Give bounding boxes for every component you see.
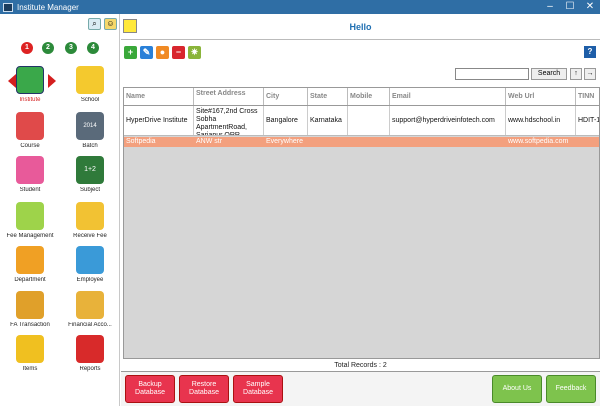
search-icon[interactable]: ⌕ (88, 18, 101, 30)
column-header-city[interactable]: City (264, 88, 308, 105)
sidebar-item-fee-management[interactable]: Fee Management (2, 202, 58, 239)
app-icon (3, 2, 13, 12)
about-us-button[interactable]: About Us (492, 375, 542, 403)
sidebar-item-financial-accounts[interactable]: Financial Acco... (62, 291, 118, 328)
step-1[interactable]: 1 (21, 42, 33, 54)
sidebar-item-student[interactable]: Student (2, 156, 58, 193)
cell-tinn (576, 137, 599, 147)
sidebar: ⌕ ☺ 1 2 3 4 Institute School Course 2014… (0, 14, 120, 406)
school-icon (76, 66, 104, 94)
cell-web-url: www.hdschool.in (506, 106, 576, 135)
main-panel: Hello + ✎ ● − ✷ ? Search ↑ → Name Street… (121, 14, 600, 406)
column-header-tinn[interactable]: TINN (576, 88, 599, 105)
title-bar: Institute Manager – ☐ ✕ (0, 0, 600, 14)
minimize-button[interactable]: – (540, 0, 560, 14)
maximize-button[interactable]: ☐ (560, 0, 580, 14)
department-icon (16, 246, 44, 274)
cell-state: Karnataka (308, 106, 348, 135)
sidebar-item-institute[interactable]: Institute (2, 66, 58, 103)
cell-email: support@hyperdriveinfotech.com (390, 106, 506, 135)
sidebar-item-employee[interactable]: Employee (62, 246, 118, 283)
chalkboard-icon: 1+2 (76, 156, 104, 184)
cell-name: Softpedia (126, 138, 156, 145)
restore-database-button[interactable]: Restore Database (179, 375, 229, 403)
cell-city: Everywhere (266, 138, 303, 145)
fee-list-icon (16, 202, 44, 230)
column-header-name[interactable]: Name (124, 88, 194, 105)
column-header-state[interactable]: State (308, 88, 348, 105)
calendar-icon: 2014 (76, 112, 104, 140)
user-lookup-icon[interactable]: ☺ (104, 18, 117, 30)
institute-table: Name Street Address City State Mobile Em… (123, 87, 600, 359)
settings-button[interactable]: ✷ (188, 46, 201, 59)
column-header-street[interactable]: Street Address (194, 88, 264, 105)
sidebar-item-batch[interactable]: 2014 Batch (62, 112, 118, 149)
delete-button[interactable]: − (172, 46, 185, 59)
previous-result-button[interactable]: ↑ (570, 68, 582, 80)
sample-database-button[interactable]: Sample Database (233, 375, 283, 403)
help-button[interactable]: ? (584, 46, 596, 58)
employee-icon (76, 246, 104, 274)
step-4[interactable]: 4 (87, 42, 99, 54)
cell-mobile (348, 106, 390, 135)
step-2[interactable]: 2 (42, 42, 54, 54)
cell-state (308, 137, 348, 147)
accounts-icon (76, 291, 104, 319)
cell-tinn: HDIT-1 (576, 106, 599, 135)
sidebar-item-subject[interactable]: 1+2 Subject (62, 156, 118, 193)
sidebar-item-course[interactable]: Course (2, 112, 58, 149)
books-icon (16, 112, 44, 140)
footer-bar: Backup Database Restore Database Sample … (121, 371, 600, 406)
column-header-mobile[interactable]: Mobile (348, 88, 390, 105)
search-button[interactable]: Search (531, 68, 567, 80)
cell-city: Bangalore (264, 106, 308, 135)
cart-icon (16, 335, 44, 363)
backup-database-button[interactable]: Backup Database (125, 375, 175, 403)
add-button[interactable]: + (124, 46, 137, 59)
sidebar-item-department[interactable]: Department (2, 246, 58, 283)
toolbar: + ✎ ● − ✷ ? (121, 41, 600, 63)
sidebar-item-fa-transaction[interactable]: FA Transaction (2, 291, 58, 328)
sidebar-item-school[interactable]: School (62, 66, 118, 103)
edit-button[interactable]: ✎ (140, 46, 153, 59)
table-row[interactable]: HyperDrive Institute Site#167,2nd Cross … (124, 106, 599, 136)
sidebar-item-receive-fee[interactable]: Receive Fee (62, 202, 118, 239)
table-row-selected[interactable]: Softpedia ANW str Everywhere www.softped… (124, 137, 599, 147)
cell-name: HyperDrive Institute (124, 106, 194, 135)
greeting: Hello (349, 22, 372, 32)
receive-fee-icon (76, 202, 104, 230)
next-result-button[interactable]: → (584, 68, 596, 80)
sidebar-item-reports[interactable]: Reports (62, 335, 118, 372)
house-icon (16, 66, 44, 94)
header-bar: Hello (121, 14, 600, 40)
column-header-web-url[interactable]: Web Url (506, 88, 576, 105)
cell-mobile (348, 137, 390, 147)
column-header-email[interactable]: Email (390, 88, 506, 105)
table-header: Name Street Address City State Mobile Em… (124, 88, 599, 106)
window-title: Institute Manager (17, 2, 79, 12)
total-records: Total Records : 2 (334, 362, 387, 369)
find-button[interactable]: ● (156, 46, 169, 59)
transaction-icon (16, 291, 44, 319)
close-button[interactable]: ✕ (580, 0, 600, 14)
cell-street: Site#167,2nd Cross Sobha ApartmentRoad, … (194, 106, 264, 135)
search-input[interactable] (455, 68, 529, 80)
feedback-button[interactable]: Feedback (546, 375, 596, 403)
cell-street: ANW str (196, 138, 223, 145)
reports-icon (76, 335, 104, 363)
cell-email (390, 137, 506, 147)
sidebar-item-items[interactable]: Items (2, 335, 58, 372)
student-icon (16, 156, 44, 184)
step-3[interactable]: 3 (65, 42, 77, 54)
cell-web-url: www.softpedia.com (508, 138, 569, 145)
